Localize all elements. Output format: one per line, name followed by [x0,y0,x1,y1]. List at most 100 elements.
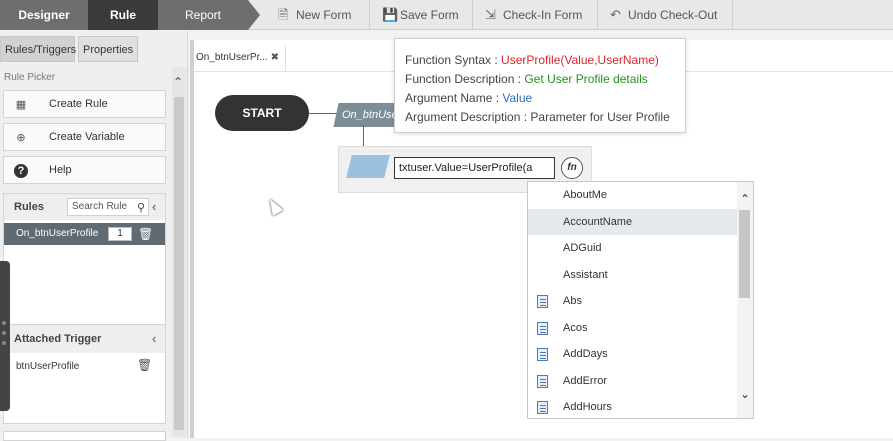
help-label: Help [49,164,72,176]
autocomplete-item-label: Acos [563,321,588,334]
scrollbar-thumb[interactable] [174,97,184,430]
autocomplete-item[interactable]: AddError [528,368,737,395]
new-form-button[interactable]: 🗎 New Form [266,0,370,30]
tab-properties[interactable]: Properties [78,36,138,62]
attached-trigger-header: Attached Trigger ‹ [4,325,165,353]
autocomplete-item-label: AddError [563,374,608,387]
attached-trigger-box: Attached Trigger ‹ btnUserProfile 🗑 [3,324,166,424]
function-doc-icon [537,321,548,335]
search-icon[interactable]: ⚲ [137,200,145,216]
delete-rule-icon[interactable]: 🗑 [138,223,153,245]
create-variable-icon: ⊕ [16,132,26,144]
autocomplete-scrollbar[interactable]: ⌃ ⌄ [737,182,753,418]
save-form-button[interactable]: 💾 Save Form [370,0,473,30]
autocomplete-item[interactable]: Abs [528,288,737,315]
new-form-label: New Form [296,8,352,22]
autocomplete-item-label: AddHours [563,401,612,413]
autocomplete-item-label: AboutMe [563,189,608,201]
rules-title: Rules [14,201,44,213]
autocomplete-item[interactable]: ADGuid [528,235,737,262]
scroll-up-icon[interactable]: ⌃ [173,75,183,89]
collapse-trigger-icon[interactable]: ‹ [152,331,156,346]
check-in-form-label: Check-In Form [503,8,583,22]
check-in-icon: ⇲ [485,7,496,22]
check-in-form-button[interactable]: ⇲ Check-In Form [473,0,598,30]
delete-trigger-icon[interactable]: 🗑 [137,358,152,372]
collapse-rules-icon[interactable]: ‹ [152,199,156,214]
search-rule-input[interactable]: Search Rule ⚲ [67,198,149,216]
create-variable-button[interactable]: ⊕ Create Variable [3,123,166,151]
autocomplete-item[interactable]: AddDays [528,341,737,368]
expression-input[interactable]: txtuser.Value=UserProfile(a [394,157,555,179]
tooltip-argdesc-row: Argument Description : Parameter for Use… [405,108,675,127]
rules-header: Rules Search Rule ⚲ ‹ [4,194,165,220]
autocomplete-item[interactable]: Acos [528,315,737,342]
description-label: Function Description : [405,72,525,86]
side-drag-handle[interactable] [0,261,10,411]
scroll-up-icon[interactable]: ⌃ [740,192,750,206]
trigger-item[interactable]: btnUserProfile [16,361,79,372]
scroll-down-icon[interactable]: ⌄ [740,387,750,401]
document-tab[interactable]: On_btnUserPr... ✖ [194,45,286,71]
document-icon: 🗎 [278,7,289,22]
autocomplete-item[interactable]: AddHours [528,394,737,418]
autocomplete-item[interactable]: AccountName [528,208,737,235]
autocomplete-item-label: AccountName [563,215,633,228]
help-button[interactable]: ? Help [3,156,166,184]
search-rule-placeholder: Search Rule [72,201,128,212]
create-rule-icon: ▦ [15,99,27,111]
rule-item[interactable]: On_btnUserProfile 1 🗑 [4,223,165,245]
left-panel-scrollbar[interactable]: ⌃ [172,67,186,437]
autocomplete-item[interactable]: AboutMe [528,182,737,209]
function-button[interactable]: fn [561,157,583,179]
syntax-label: Function Syntax : [405,53,502,67]
function-doc-icon [537,401,548,414]
undo-check-out-label: Undo Check-Out [628,8,718,22]
undo-check-out-button[interactable]: ↶ Undo Check-Out [598,0,733,30]
close-tab-icon[interactable]: ✖ [271,45,279,71]
tab-report[interactable]: Report [158,0,260,30]
argdesc-label: Argument Description : [405,110,531,124]
autocomplete-item-label: Abs [563,295,582,307]
autocomplete-item[interactable]: Assistant [528,262,737,289]
top-toolbar: Designer Rule Report 🗎 New Form 💾 Save F… [0,0,893,30]
tab-rule[interactable]: Rule [88,0,158,30]
flow-connector [309,113,339,114]
left-panel: Rules/Triggers Properties Rule Picker ▦ … [0,31,188,441]
description-value: Get User Profile details [524,72,648,86]
document-tab-label: On_btnUserPr... [196,52,268,63]
flow-connector-vertical [363,125,364,147]
tooltip-description-row: Function Description : Get User Profile … [405,70,675,89]
autocomplete-item-label: AddDays [563,348,608,360]
attached-trigger-title: Attached Trigger [14,333,102,345]
help-icon: ? [14,164,28,178]
function-doc-icon [537,374,548,388]
create-variable-label: Create Variable [49,131,125,143]
function-doc-icon [537,348,548,361]
rules-box: Rules Search Rule ⚲ ‹ On_btnUserProfile … [3,193,166,345]
save-icon: 💾 [382,7,399,22]
tooltip-argument-row: Argument Name : Value [405,89,675,108]
function-tooltip: Function Syntax : UserProfile(Value,User… [394,38,686,133]
scrollbar-thumb[interactable] [739,210,750,298]
undo-icon: ↶ [610,7,621,22]
action-shape[interactable] [346,155,390,178]
autocomplete-item-label: Assistant [563,268,608,281]
save-form-label: Save Form [400,8,459,22]
create-rule-button[interactable]: ▦ Create Rule [3,90,166,118]
tab-rules-triggers[interactable]: Rules/Triggers [0,36,76,62]
tab-designer[interactable]: Designer [0,0,88,30]
autocomplete-item-label: ADGuid [563,242,602,254]
argument-label: Argument Name : [405,91,503,105]
create-rule-label: Create Rule [49,98,108,110]
argument-value: Value [502,91,533,105]
start-node[interactable]: START [215,95,309,131]
rule-count-badge: 1 [108,227,132,241]
rule-picker-label: Rule Picker [4,72,56,83]
function-doc-icon [537,295,548,308]
argdesc-value: Parameter for User Profile [530,110,670,124]
syntax-value: UserProfile(Value,UserName) [501,53,659,67]
bottom-box [3,431,166,441]
rule-item-name: On_btnUserProfile [16,228,99,239]
tooltip-syntax-row: Function Syntax : UserProfile(Value,User… [405,51,675,70]
